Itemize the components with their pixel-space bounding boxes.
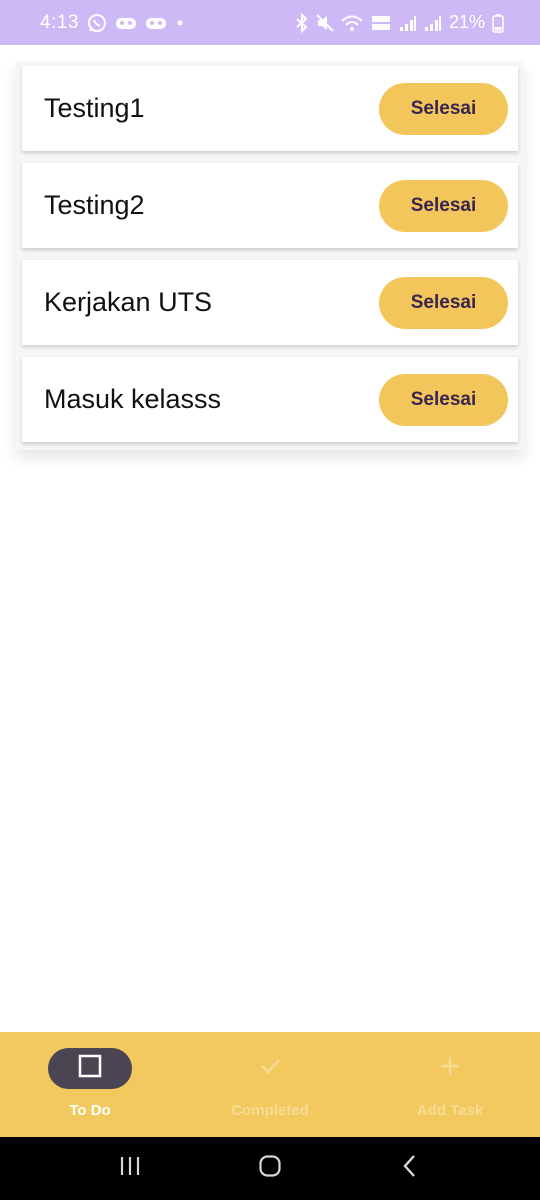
signal-icon bbox=[399, 14, 417, 32]
task-card: Testing2 Selesai bbox=[22, 163, 518, 248]
selesai-button[interactable]: Selesai bbox=[379, 82, 508, 135]
bottom-navigation: To Do Completed Add Task bbox=[0, 1032, 540, 1137]
volte-icon bbox=[370, 14, 392, 32]
signal-icon-2 bbox=[424, 14, 442, 32]
app-screen: 4:13 21% Testing1 Selesai Testing2 Seles… bbox=[0, 0, 540, 1200]
selesai-button[interactable]: Selesai bbox=[379, 373, 508, 426]
recent-apps-button[interactable] bbox=[100, 1144, 160, 1194]
task-title: Masuk kelasss bbox=[44, 384, 222, 414]
back-button[interactable] bbox=[380, 1144, 440, 1194]
nav-icon-container bbox=[228, 1048, 312, 1089]
plus-icon bbox=[438, 1054, 462, 1083]
task-card: Masuk kelasss Selesai bbox=[22, 357, 518, 442]
system-navigation-bar bbox=[0, 1137, 540, 1200]
status-bar: 4:13 21% bbox=[0, 0, 540, 45]
status-right: 21% bbox=[295, 12, 504, 33]
nav-label-add-task: Add Task bbox=[416, 1102, 484, 1119]
selesai-button[interactable]: Selesai bbox=[379, 179, 508, 232]
battery-percentage: 21% bbox=[448, 12, 485, 32]
game-controller-icon-2 bbox=[145, 14, 167, 32]
back-icon bbox=[400, 1154, 420, 1183]
square-outline-icon bbox=[78, 1054, 102, 1083]
check-icon bbox=[258, 1054, 282, 1083]
nav-label-completed: Completed bbox=[231, 1102, 309, 1119]
task-title: Kerjakan UTS bbox=[44, 287, 213, 317]
bluetooth-icon bbox=[295, 12, 309, 33]
recent-apps-icon bbox=[118, 1155, 142, 1182]
notification-dot-icon bbox=[175, 18, 185, 28]
selesai-button[interactable]: Selesai bbox=[379, 276, 508, 329]
whatsapp-icon bbox=[87, 13, 107, 33]
status-time: 4:13 bbox=[40, 11, 79, 33]
nav-item-add-task[interactable]: Add Task bbox=[360, 1032, 540, 1137]
nav-label-todo: To Do bbox=[69, 1102, 111, 1119]
battery-icon bbox=[492, 13, 504, 33]
game-controller-icon bbox=[115, 14, 137, 32]
status-left: 4:13 bbox=[40, 12, 185, 34]
task-title: Testing2 bbox=[44, 190, 145, 220]
task-card: Kerjakan UTS Selesai bbox=[22, 260, 518, 345]
task-title: Testing1 bbox=[44, 93, 145, 123]
home-icon bbox=[258, 1154, 282, 1183]
home-button[interactable] bbox=[240, 1144, 300, 1194]
task-list: Testing1 Selesai Testing2 Selesai Kerjak… bbox=[16, 62, 524, 450]
nav-icon-container bbox=[408, 1048, 492, 1089]
mute-icon bbox=[316, 13, 334, 32]
wifi-icon bbox=[341, 14, 363, 32]
nav-item-todo[interactable]: To Do bbox=[0, 1032, 180, 1137]
nav-active-indicator bbox=[48, 1048, 132, 1089]
task-card: Testing1 Selesai bbox=[22, 66, 518, 151]
nav-item-completed[interactable]: Completed bbox=[180, 1032, 360, 1137]
